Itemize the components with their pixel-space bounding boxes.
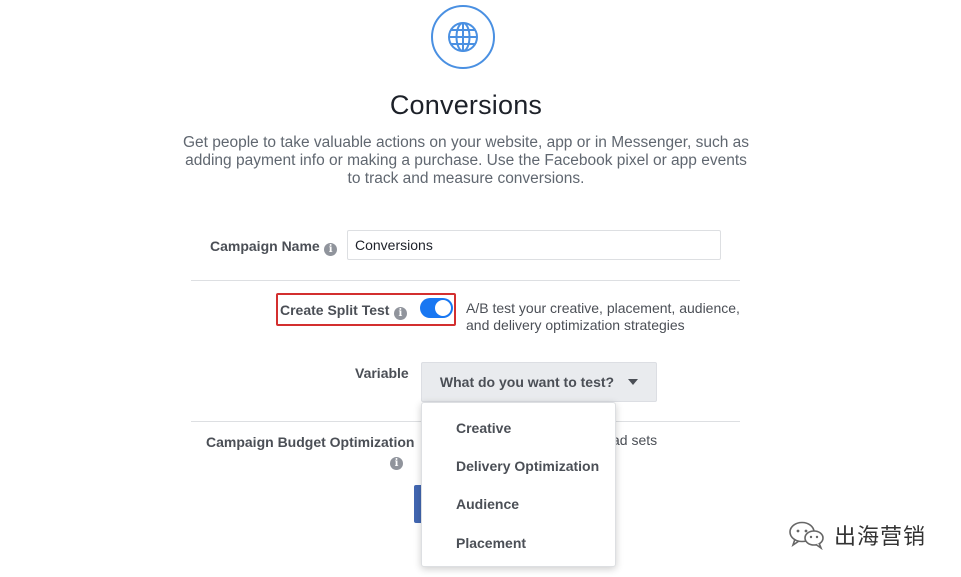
globe-icon [448,22,478,52]
split-test-toggle[interactable] [420,298,453,318]
split-test-label-row: Create Split Test i [280,302,407,320]
menu-item-placement[interactable]: Placement [456,535,526,551]
variable-select-button[interactable]: What do you want to test? [421,362,657,402]
campaign-objective-icon [431,5,495,69]
section-divider [191,280,740,281]
objective-description: Get people to take valuable actions on y… [182,134,750,187]
page-title: Conversions [389,90,543,120]
info-icon[interactable]: i [390,457,403,470]
split-test-label: Create Split Test [280,302,390,318]
menu-item-delivery-optimization[interactable]: Delivery Optimization [456,458,599,474]
variable-select-label: What do you want to test? [439,374,615,390]
caret-down-icon [628,379,639,385]
split-test-description: A/B test your creative, placement, audie… [466,300,740,333]
campaign-name-input[interactable] [347,230,721,260]
info-icon[interactable]: i [393,307,407,320]
budget-optimization-description: ad sets [612,432,658,448]
watermark-text: 出海营销 [834,524,927,549]
menu-item-creative[interactable]: Creative [456,420,511,436]
watermark: 出海营销 [788,519,926,551]
variable-dropdown-menu: Creative Delivery Optimization Audience … [421,402,616,567]
toggle-knob [435,300,451,316]
campaign-name-label: Campaign Name [210,238,320,254]
info-icon[interactable]: i [324,243,338,256]
menu-item-audience[interactable]: Audience [456,496,519,512]
campaign-name-label-row: Campaign Name i [210,238,338,256]
variable-label: Variable [355,365,409,381]
budget-optimization-label: Campaign Budget Optimization [206,434,415,450]
wechat-icon [789,521,824,550]
